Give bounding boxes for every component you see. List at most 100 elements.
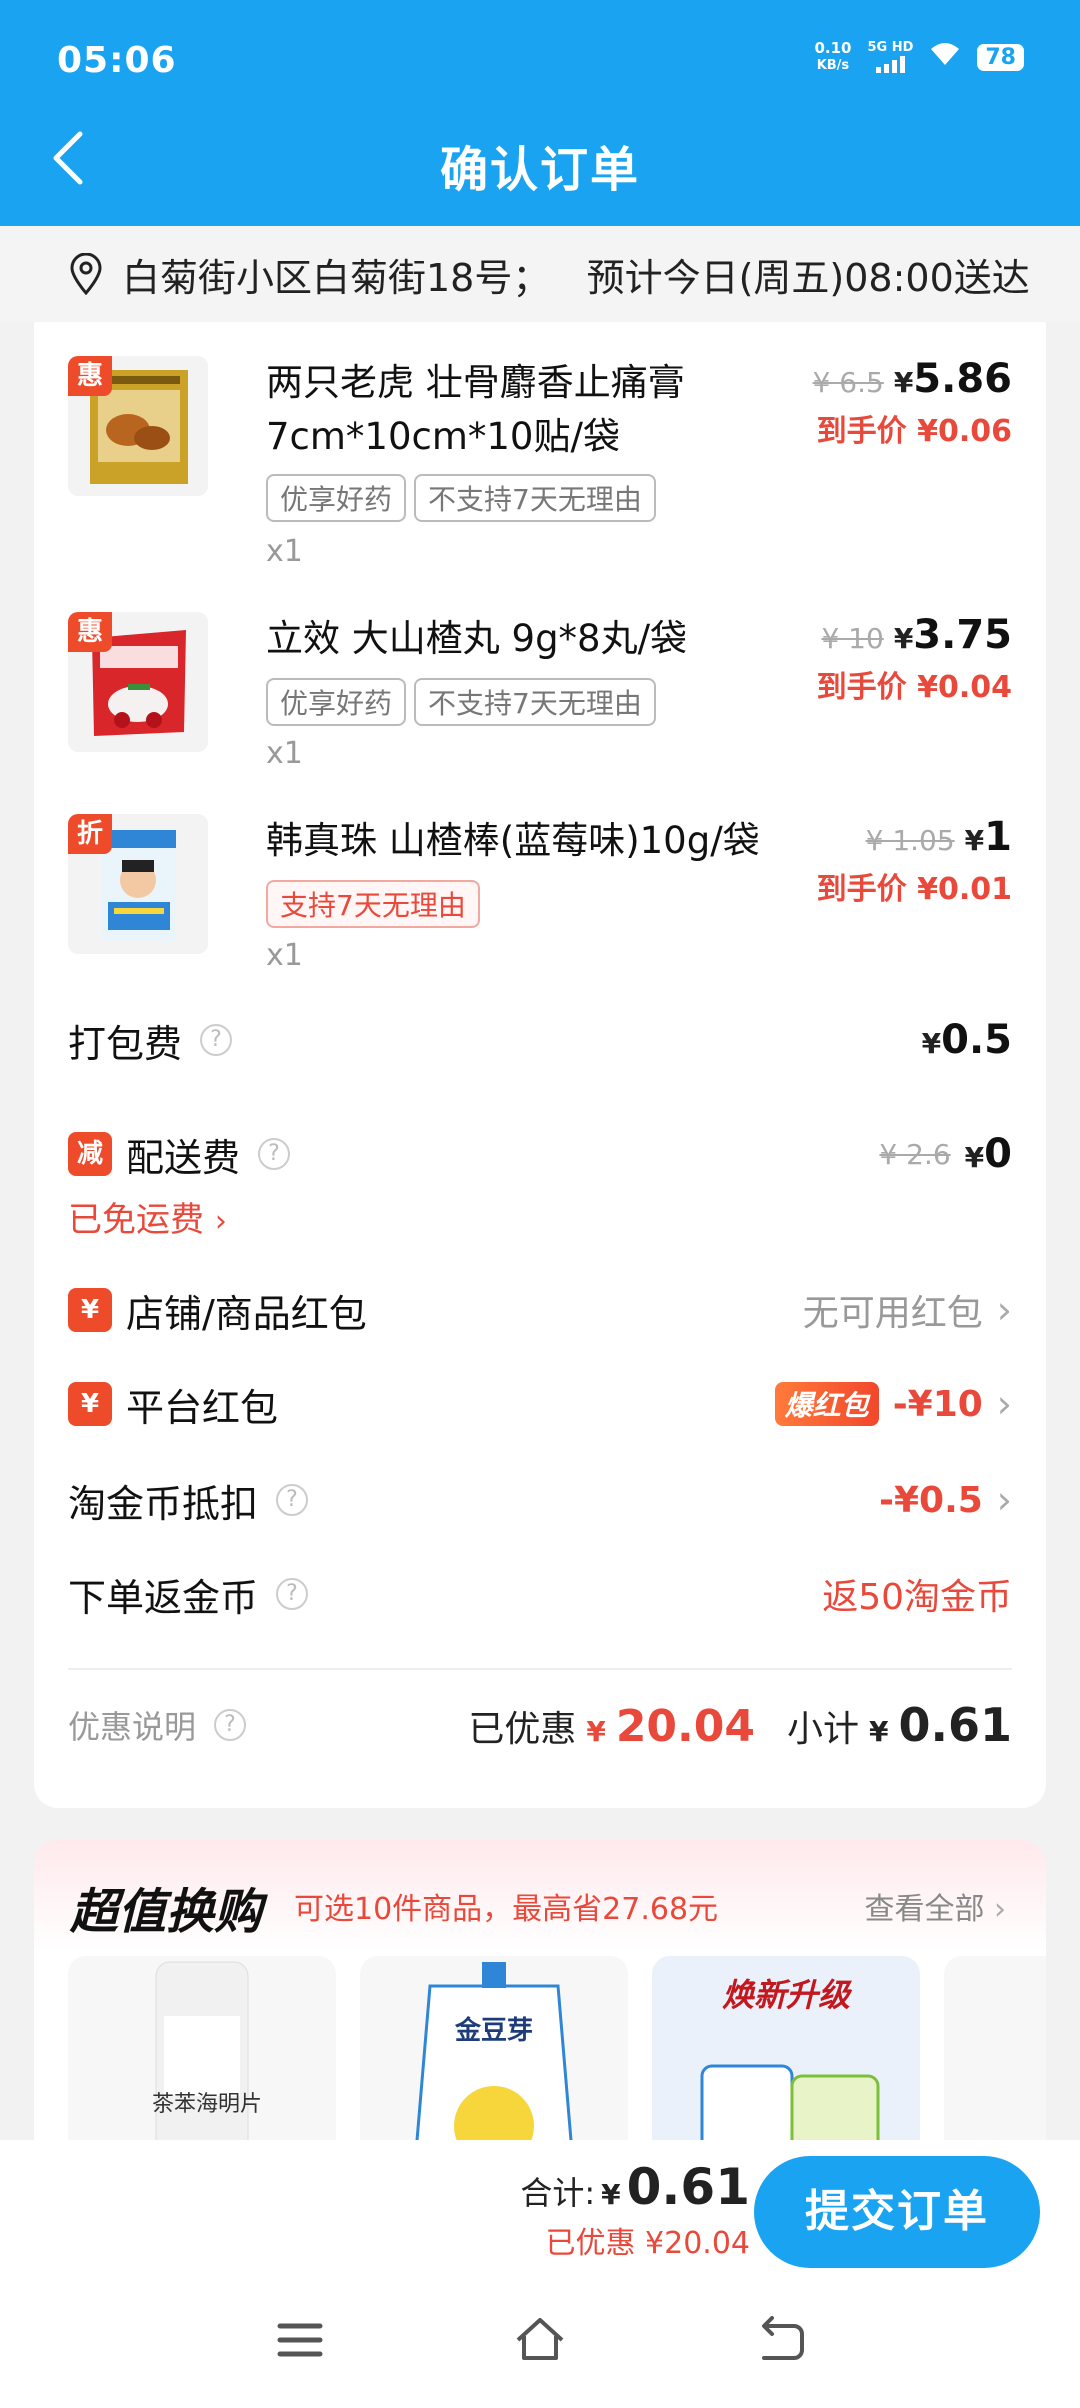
coin-deduction-row[interactable]: 淘金币抵扣 ? -¥0.5 › (68, 1470, 1012, 1530)
help-icon[interactable]: ? (214, 1709, 247, 1741)
promo-card-label: 茶苯海明片 (152, 2092, 263, 2117)
subtotal-value: 0.61 (898, 1698, 1013, 1752)
view-all-link[interactable]: 查看全部 › (864, 1884, 1006, 1928)
net-speed: 0.10 KB/s (814, 40, 851, 74)
current-price: 5.86 (913, 356, 1012, 402)
product-quantity: x1 (266, 736, 303, 771)
product-tags: 支持7天无理由 (266, 880, 480, 928)
product-name: 立效 大山楂丸 9g*8丸/袋 (266, 617, 688, 660)
signal-icon: 5G HD (867, 41, 913, 73)
order-card: 惠 两只老虎 壮骨麝香止痛膏7cm*10cm*10贴/袋 优享好药 不支持7天无… (34, 322, 1046, 1808)
battery-icon: 78 (977, 43, 1024, 71)
product-tags: 优享好药 不支持7天无理由 (266, 474, 656, 522)
order-item[interactable]: 惠 两只老虎 壮骨麝香止痛膏7cm*10cm*10贴/袋 优享好药 不支持7天无… (68, 356, 1012, 569)
free-shipping-label: 已免运费 (68, 1200, 204, 1240)
product-name: 韩真珠 山楂棒(蓝莓味)10g/袋 (266, 819, 760, 862)
coupon-icon: ¥ (68, 1288, 112, 1332)
product-tags: 优享好药 不支持7天无理由 (266, 678, 656, 726)
price-block: ¥ 10 ¥3.75 到手价 ¥0.04 (816, 612, 1012, 705)
subtotal-label: 小计 (787, 1709, 860, 1750)
app-header: 05:06 0.10 KB/s 5G HD 78 确认订单 (0, 0, 1080, 226)
current-price: 3.75 (913, 612, 1012, 658)
wifi-icon (929, 41, 961, 74)
discount-tag: 惠 (68, 356, 112, 396)
promo-card-label: 金豆芽 (454, 2016, 533, 2046)
status-icons: 0.10 KB/s 5G HD 78 (814, 40, 1024, 74)
hot-coupon-badge: 爆红包 (774, 1382, 879, 1426)
page-title: 确认订单 (439, 142, 640, 198)
promo-product-card[interactable]: 焕新升级 (652, 1956, 920, 2160)
product-tag: 支持7天无理由 (266, 880, 480, 928)
order-item[interactable]: 惠 立效 大山楂丸 9g*8丸/袋 优享好药 不支持7天无理由 x1 ¥ 10 … (68, 612, 1012, 802)
menu-icon[interactable] (270, 2310, 330, 2370)
packing-fee-label: 打包费 (68, 1021, 183, 1066)
product-name: 两只老虎 壮骨麝香止痛膏7cm*10cm*10贴/袋 (266, 361, 685, 458)
packing-fee-value: 0.5 (941, 1017, 1012, 1063)
current-price: 1 (984, 814, 1012, 860)
promo-product-card[interactable] (944, 1956, 1046, 2160)
coin-deduction-label: 淘金币抵扣 (68, 1481, 259, 1526)
net-speed-value: 0.10 (814, 39, 852, 57)
final-price: 到手价 ¥0.04 (816, 670, 1012, 705)
promo-title: 超值换购 (70, 1884, 263, 1940)
reduce-badge: 减 (68, 1132, 112, 1176)
system-nav-bar (0, 2190, 1080, 2408)
chevron-right-icon: › (996, 1478, 1012, 1522)
platform-coupon-row[interactable]: ¥ 平台红包 爆红包 -¥10 › (68, 1374, 1012, 1434)
summary-row: 优惠说明 ? 已优惠 ¥20.04 小计 ¥0.61 (68, 1698, 1012, 1752)
product-thumbnail: 惠 (68, 612, 208, 752)
delivery-original-fee: ¥ 2.6 (879, 1137, 951, 1171)
original-price: ¥ 10 (821, 622, 884, 655)
status-time: 05:06 (57, 40, 177, 81)
divider (68, 1668, 1012, 1670)
promo-product-card[interactable]: 茶苯海明片 (68, 1956, 336, 2160)
add-on-deals-section: 超值换购 可选10件商品，最高省27.68元 查看全部 › 茶苯海明片 金豆芽 … (34, 1840, 1046, 2160)
product-tag: 不支持7天无理由 (414, 678, 656, 726)
return-coins-label: 下单返金币 (68, 1575, 259, 1620)
help-icon[interactable]: ? (276, 1484, 309, 1516)
shop-coupon-label: 店铺/商品红包 (126, 1291, 367, 1336)
original-price: ¥ 1.05 (865, 824, 955, 857)
platform-coupon-label: 平台红包 (126, 1385, 279, 1430)
return-coins-row: 下单返金币 ? 返50淘金币 (68, 1564, 1012, 1624)
packing-fee-row: 打包费 ? ¥0.5 (68, 1010, 1012, 1070)
medicine-bottle-image (155, 1961, 249, 2160)
delivery-address-bar[interactable]: 白菊街小区白菊街18号； 预计今日(周五)08:00送达 (0, 226, 1080, 322)
shop-coupon-value: 无可用红包 (802, 1293, 983, 1334)
promo-subtitle: 可选10件商品，最高省27.68元 (294, 1892, 719, 1927)
home-icon[interactable] (510, 2310, 570, 2370)
promo-card-label: 焕新升级 (721, 1976, 850, 2014)
back-nav-icon[interactable] (750, 2310, 810, 2370)
juice-pouch-image (413, 1962, 575, 2160)
delivery-fee-label: 配送费 (126, 1135, 241, 1180)
net-speed-unit: KB/s (816, 58, 850, 73)
free-shipping-link[interactable]: 已免运费 › (68, 1192, 227, 1241)
product-quantity: x1 (266, 938, 303, 973)
saved-value: 20.04 (615, 1701, 755, 1752)
discount-tag: 折 (68, 814, 112, 854)
coupon-icon: ¥ (68, 1382, 112, 1426)
product-quantity: x1 (266, 534, 303, 569)
final-price: 到手价 ¥0.01 (816, 872, 1012, 907)
product-thumbnail: 折 (68, 814, 208, 954)
help-icon[interactable]: ? (258, 1138, 291, 1170)
address-text: 白菊街小区白菊街18号； 预计今日(周五)08:00送达 (122, 255, 1030, 300)
shop-coupon-row[interactable]: ¥ 店铺/商品红包 无可用红包 › (68, 1280, 1012, 1340)
chevron-right-icon: › (996, 1382, 1012, 1426)
help-icon[interactable]: ? (276, 1578, 309, 1610)
product-tag: 不支持7天无理由 (414, 474, 656, 522)
help-icon[interactable]: ? (200, 1024, 233, 1056)
discount-tag: 惠 (68, 612, 112, 652)
original-price: ¥ 6.5 (812, 366, 884, 399)
product-tag: 优享好药 (266, 678, 407, 726)
order-item[interactable]: 折 韩真珠 山楂棒(蓝莓味)10g/袋 支持7天无理由 x1 ¥ 1.05 ¥1… (68, 814, 1012, 1004)
signal-label: 5G HD (867, 40, 914, 55)
promo-info-label: 优惠说明 (68, 1708, 197, 1746)
coin-deduction-value: -¥0.5 (879, 1479, 983, 1521)
platform-coupon-value: -¥10 (892, 1383, 983, 1425)
chevron-right-icon: › (996, 1288, 1012, 1332)
final-price: 到手价 ¥0.06 (816, 414, 1012, 449)
promo-product-card[interactable]: 金豆芽 (360, 1956, 628, 2160)
view-all-label: 查看全部 (864, 1892, 985, 1927)
product-thumbnail: 惠 (68, 356, 208, 496)
